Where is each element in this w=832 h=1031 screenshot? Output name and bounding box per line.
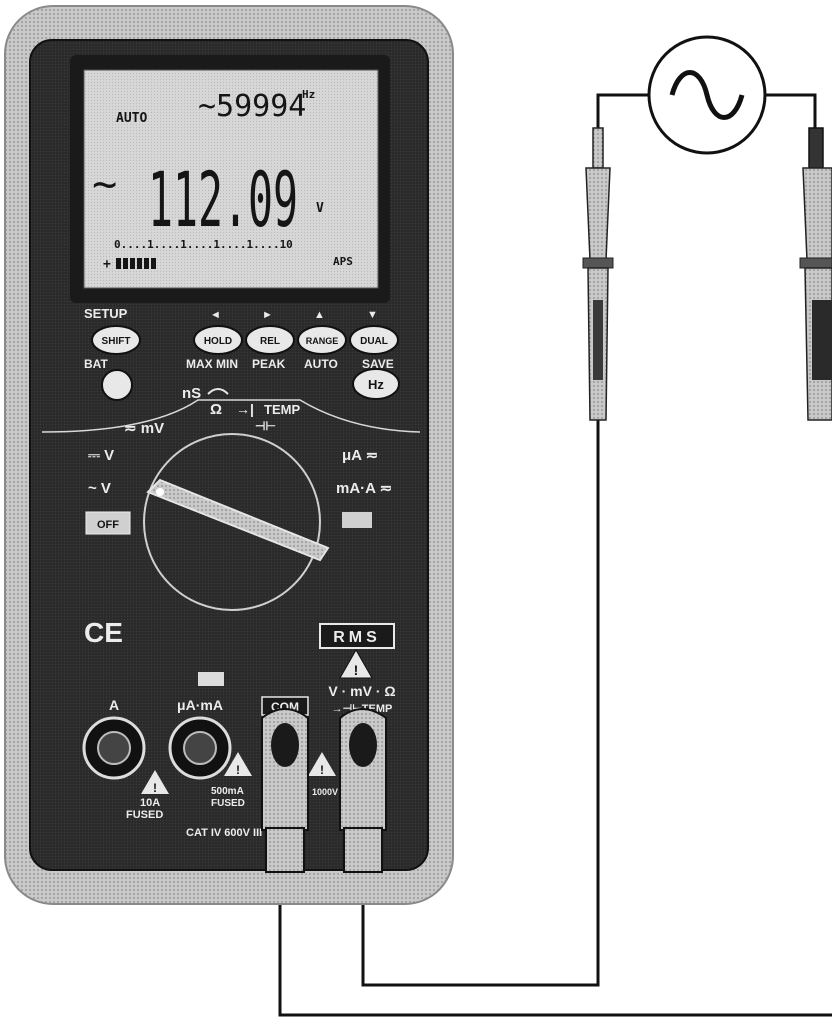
mv-label: ≂ mV xyxy=(124,420,164,437)
max-min-label: MAX MIN xyxy=(186,357,238,371)
multimeter-diagram: AUTO ~59994 Hz ~ 112.09 V 0....1....1...… xyxy=(4,5,832,1017)
ohm-label: Ω xyxy=(210,401,222,418)
hz-button-label: Hz xyxy=(368,377,384,392)
svg-text:!: ! xyxy=(236,763,240,777)
shift-button-label: SHIFT xyxy=(102,336,131,347)
lcd-bargraph-scale: 0....1....1....1....1....10 xyxy=(114,238,293,251)
arrow-right-icon: ► xyxy=(262,309,273,321)
backlight-button[interactable] xyxy=(101,369,133,401)
auto-label: AUTO xyxy=(304,357,338,371)
capacitor-icon: ⊣⊢ xyxy=(255,419,276,433)
rms-badge: RMS xyxy=(319,623,395,649)
hold-button-label: HOLD xyxy=(204,336,232,347)
temp-label: TEMP xyxy=(264,402,300,417)
dual-button-label: DUAL xyxy=(360,336,388,347)
arrow-left-icon: ◄ xyxy=(210,309,221,321)
svg-text:!: ! xyxy=(320,763,324,777)
off-label: OFF xyxy=(97,519,119,531)
ce-mark: CE xyxy=(84,617,123,648)
lcd-hz-unit: Hz xyxy=(302,88,315,101)
fuse-marker xyxy=(198,672,224,686)
v1000-label: 1000V xyxy=(312,787,338,797)
dial-pointer xyxy=(156,488,164,496)
peak-label: PEAK xyxy=(252,357,286,371)
probe-right[interactable] xyxy=(799,127,832,421)
terminal-a-label: A xyxy=(109,697,119,713)
range-button[interactable]: RANGE xyxy=(297,325,347,355)
lcd-aps: APS xyxy=(333,255,353,268)
shift-button[interactable]: SHIFT xyxy=(91,325,141,355)
jack-ua-ma[interactable] xyxy=(168,716,232,780)
rel-button-label: REL xyxy=(260,336,280,347)
terminal-v-label: V · mV · Ω xyxy=(328,683,395,699)
lcd-frequency: ~59994 xyxy=(198,89,306,124)
diode-icon: →| xyxy=(236,401,254,417)
lcd-main-reading: 112.09 xyxy=(148,155,298,244)
com-lead-plug[interactable] xyxy=(261,708,309,873)
fuse-10a-fused-label: FUSED xyxy=(126,809,163,821)
probe-left[interactable] xyxy=(582,127,614,421)
ua-label: μA ≂ xyxy=(342,447,378,464)
off-marker: OFF xyxy=(85,511,131,535)
arrow-down-icon: ▼ xyxy=(367,309,378,321)
fuse-ma-fused-label: FUSED xyxy=(211,798,245,809)
bat-label: BAT xyxy=(84,357,108,371)
dual-button[interactable]: DUAL xyxy=(349,325,399,355)
position-marker xyxy=(342,512,372,528)
svg-text:!: ! xyxy=(153,781,157,795)
range-button-label: RANGE xyxy=(306,336,339,346)
v-dc-label: ⎓ V xyxy=(88,447,114,464)
hold-button[interactable]: HOLD xyxy=(193,325,243,355)
svg-text:!: ! xyxy=(354,662,359,678)
lcd-auto: AUTO xyxy=(116,111,147,126)
wire-top-right xyxy=(766,93,817,130)
lcd-bargraph-plus: + xyxy=(103,257,111,272)
fuse-ma-label: 500mA xyxy=(211,786,244,797)
rms-label: RMS xyxy=(333,629,381,646)
lcd-volt-unit: V xyxy=(316,201,324,216)
fuse-10a-label: 10A xyxy=(140,797,160,809)
rel-button[interactable]: REL xyxy=(245,325,295,355)
ns-label: nS xyxy=(182,385,201,402)
lcd-ac-symbol: ~ xyxy=(92,159,117,208)
v-lead-plug[interactable] xyxy=(339,708,387,873)
ac-source xyxy=(647,35,767,155)
terminal-ua-ma-label: μA·mA xyxy=(177,697,223,713)
arrow-up-icon: ▲ xyxy=(314,309,325,321)
wire-top-left xyxy=(596,93,648,130)
hz-button[interactable]: Hz xyxy=(352,368,400,400)
v-ac-label: ~ V xyxy=(88,480,111,497)
jack-a[interactable] xyxy=(82,716,146,780)
ma-a-label: mA·A ≂ xyxy=(336,480,392,497)
setup-label: SETUP xyxy=(84,306,128,321)
